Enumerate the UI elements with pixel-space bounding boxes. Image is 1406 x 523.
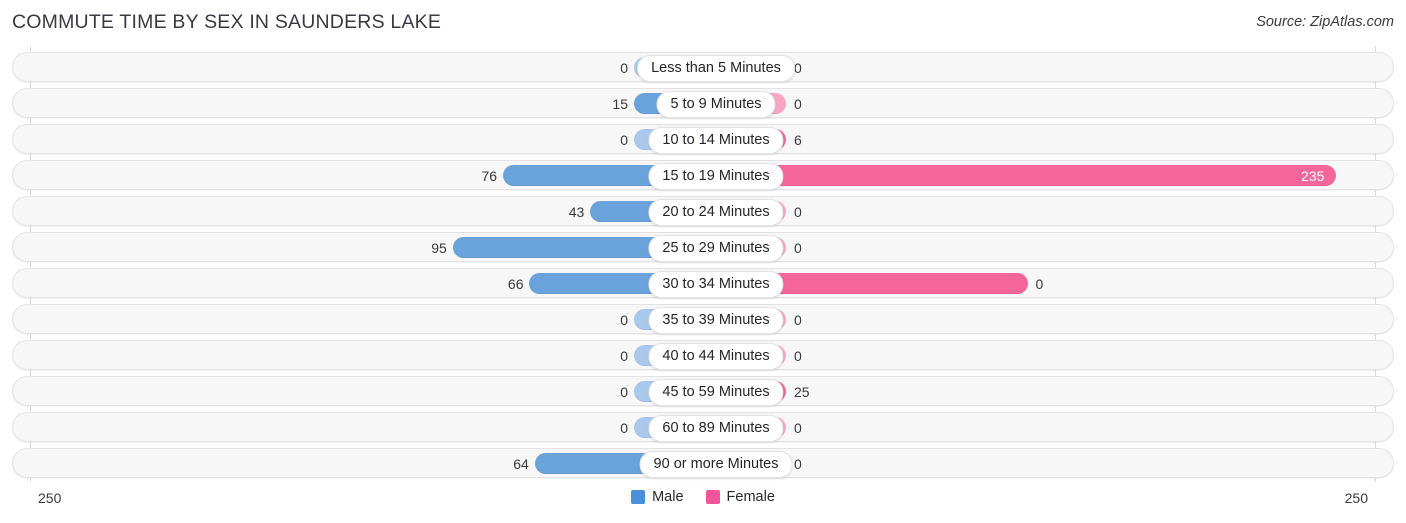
- legend-item-female[interactable]: Female: [705, 489, 775, 505]
- bar-value-female: 0: [794, 456, 802, 472]
- legend-item-male[interactable]: Male: [631, 489, 684, 505]
- category-label-pill: 40 to 44 Minutes: [648, 343, 784, 370]
- table-row: 64 0 90 or more Minutes: [12, 448, 1394, 478]
- chart-header: COMMUTE TIME BY SEX IN SAUNDERS LAKE Sou…: [0, 0, 1406, 46]
- bar-value-male: 95: [431, 240, 447, 256]
- bar-value-male: 15: [612, 96, 628, 112]
- table-row: 0 0 35 to 39 Minutes: [12, 304, 1394, 334]
- bar-row-inner: 0 25 45 to 59 Minutes: [13, 377, 1393, 406]
- table-row: 0 25 45 to 59 Minutes: [12, 376, 1394, 406]
- bar-value-male: 0: [620, 312, 628, 328]
- bar-value-male: 66: [507, 276, 524, 292]
- bar-row-inner: 0 0 Less than 5 Minutes: [13, 53, 1393, 82]
- bar-row-inner: 0 0 40 to 44 Minutes: [13, 341, 1393, 370]
- table-row: 15 0 5 to 9 Minutes: [12, 88, 1394, 118]
- source-attribution: Source: ZipAtlas.com: [1256, 14, 1394, 30]
- bar-row-inner: 66 0 30 to 34 Minutes: [13, 269, 1393, 298]
- bar-value-female: 0: [794, 96, 802, 112]
- category-label-pill: 90 or more Minutes: [639, 451, 793, 478]
- table-row: 0 0 60 to 89 Minutes: [12, 412, 1394, 442]
- legend-label-female: Female: [726, 489, 775, 505]
- table-row: 0 6 10 to 14 Minutes: [12, 124, 1394, 154]
- category-label-pill: 45 to 59 Minutes: [648, 379, 784, 406]
- chart-footer: 250 250 Male Female: [0, 482, 1406, 523]
- bar-value-male: 43: [568, 204, 585, 220]
- category-label-pill: 15 to 19 Minutes: [648, 163, 784, 190]
- bar-row-inner: 15 0 5 to 9 Minutes: [13, 89, 1393, 118]
- bar-value-male: 0: [620, 384, 628, 400]
- table-row: 95 0 25 to 29 Minutes: [12, 232, 1394, 262]
- category-label-pill: 25 to 29 Minutes: [648, 235, 784, 262]
- bar-value-male: 0: [620, 60, 628, 76]
- bar-value-female: 0: [794, 312, 802, 328]
- bar-value-male: 0: [620, 348, 628, 364]
- bar-value-female: 0: [1035, 276, 1044, 292]
- table-row: 66 0 30 to 34 Minutes: [12, 268, 1394, 298]
- bar-row-inner: 43 0 20 to 24 Minutes: [13, 197, 1393, 226]
- bar-value-female: 0: [794, 240, 802, 256]
- category-label-pill: 35 to 39 Minutes: [648, 307, 784, 334]
- bar-value-male: 0: [620, 132, 628, 148]
- category-label-pill: 30 to 34 Minutes: [648, 271, 784, 298]
- bar-value-male: 0: [620, 420, 628, 436]
- bar-value-male: 64: [513, 456, 529, 472]
- bar-row-inner: 76 235 15 to 19 Minutes: [13, 161, 1393, 190]
- bar-value-female: 6: [794, 132, 802, 148]
- legend-swatch-female-icon: [705, 490, 720, 504]
- page-title: COMMUTE TIME BY SEX IN SAUNDERS LAKE: [12, 11, 442, 33]
- bar-row-inner: 0 6 10 to 14 Minutes: [13, 125, 1393, 154]
- legend-swatch-male-icon: [631, 490, 646, 504]
- bar-value-male: 76: [481, 168, 498, 184]
- legend-label-male: Male: [652, 489, 684, 505]
- category-label-pill: Less than 5 Minutes: [637, 55, 795, 82]
- bar-row-inner: 64 0 90 or more Minutes: [13, 449, 1393, 478]
- bar-value-female: 0: [794, 204, 802, 220]
- category-label-pill: 10 to 14 Minutes: [648, 127, 784, 154]
- chart-legend: Male Female: [0, 489, 1406, 505]
- bar-value-female: 0: [794, 420, 802, 436]
- bar-value-female: 0: [794, 348, 802, 364]
- chart-plot-area: 0 0 Less than 5 Minutes 15 0 5 to 9 Minutes 0 6…: [0, 46, 1406, 482]
- bar-row-inner: 0 0 35 to 39 Minutes: [13, 305, 1393, 334]
- bar-row-inner: 95 0 25 to 29 Minutes: [13, 233, 1393, 262]
- bar-value-female: 25: [794, 384, 810, 400]
- table-row: 0 0 Less than 5 Minutes: [12, 52, 1394, 82]
- bar-row-inner: 0 0 60 to 89 Minutes: [13, 413, 1393, 442]
- bar-value-female: 235: [1301, 168, 1325, 184]
- table-row: 0 0 40 to 44 Minutes: [12, 340, 1394, 370]
- bar-female[interactable]: [704, 165, 1337, 186]
- category-label-pill: 20 to 24 Minutes: [648, 199, 784, 226]
- table-row: 76 235 15 to 19 Minutes: [12, 160, 1394, 190]
- bar-value-female: 0: [794, 60, 802, 76]
- category-label-pill: 60 to 89 Minutes: [648, 415, 784, 442]
- category-label-pill: 5 to 9 Minutes: [656, 91, 776, 118]
- table-row: 43 0 20 to 24 Minutes: [12, 196, 1394, 226]
